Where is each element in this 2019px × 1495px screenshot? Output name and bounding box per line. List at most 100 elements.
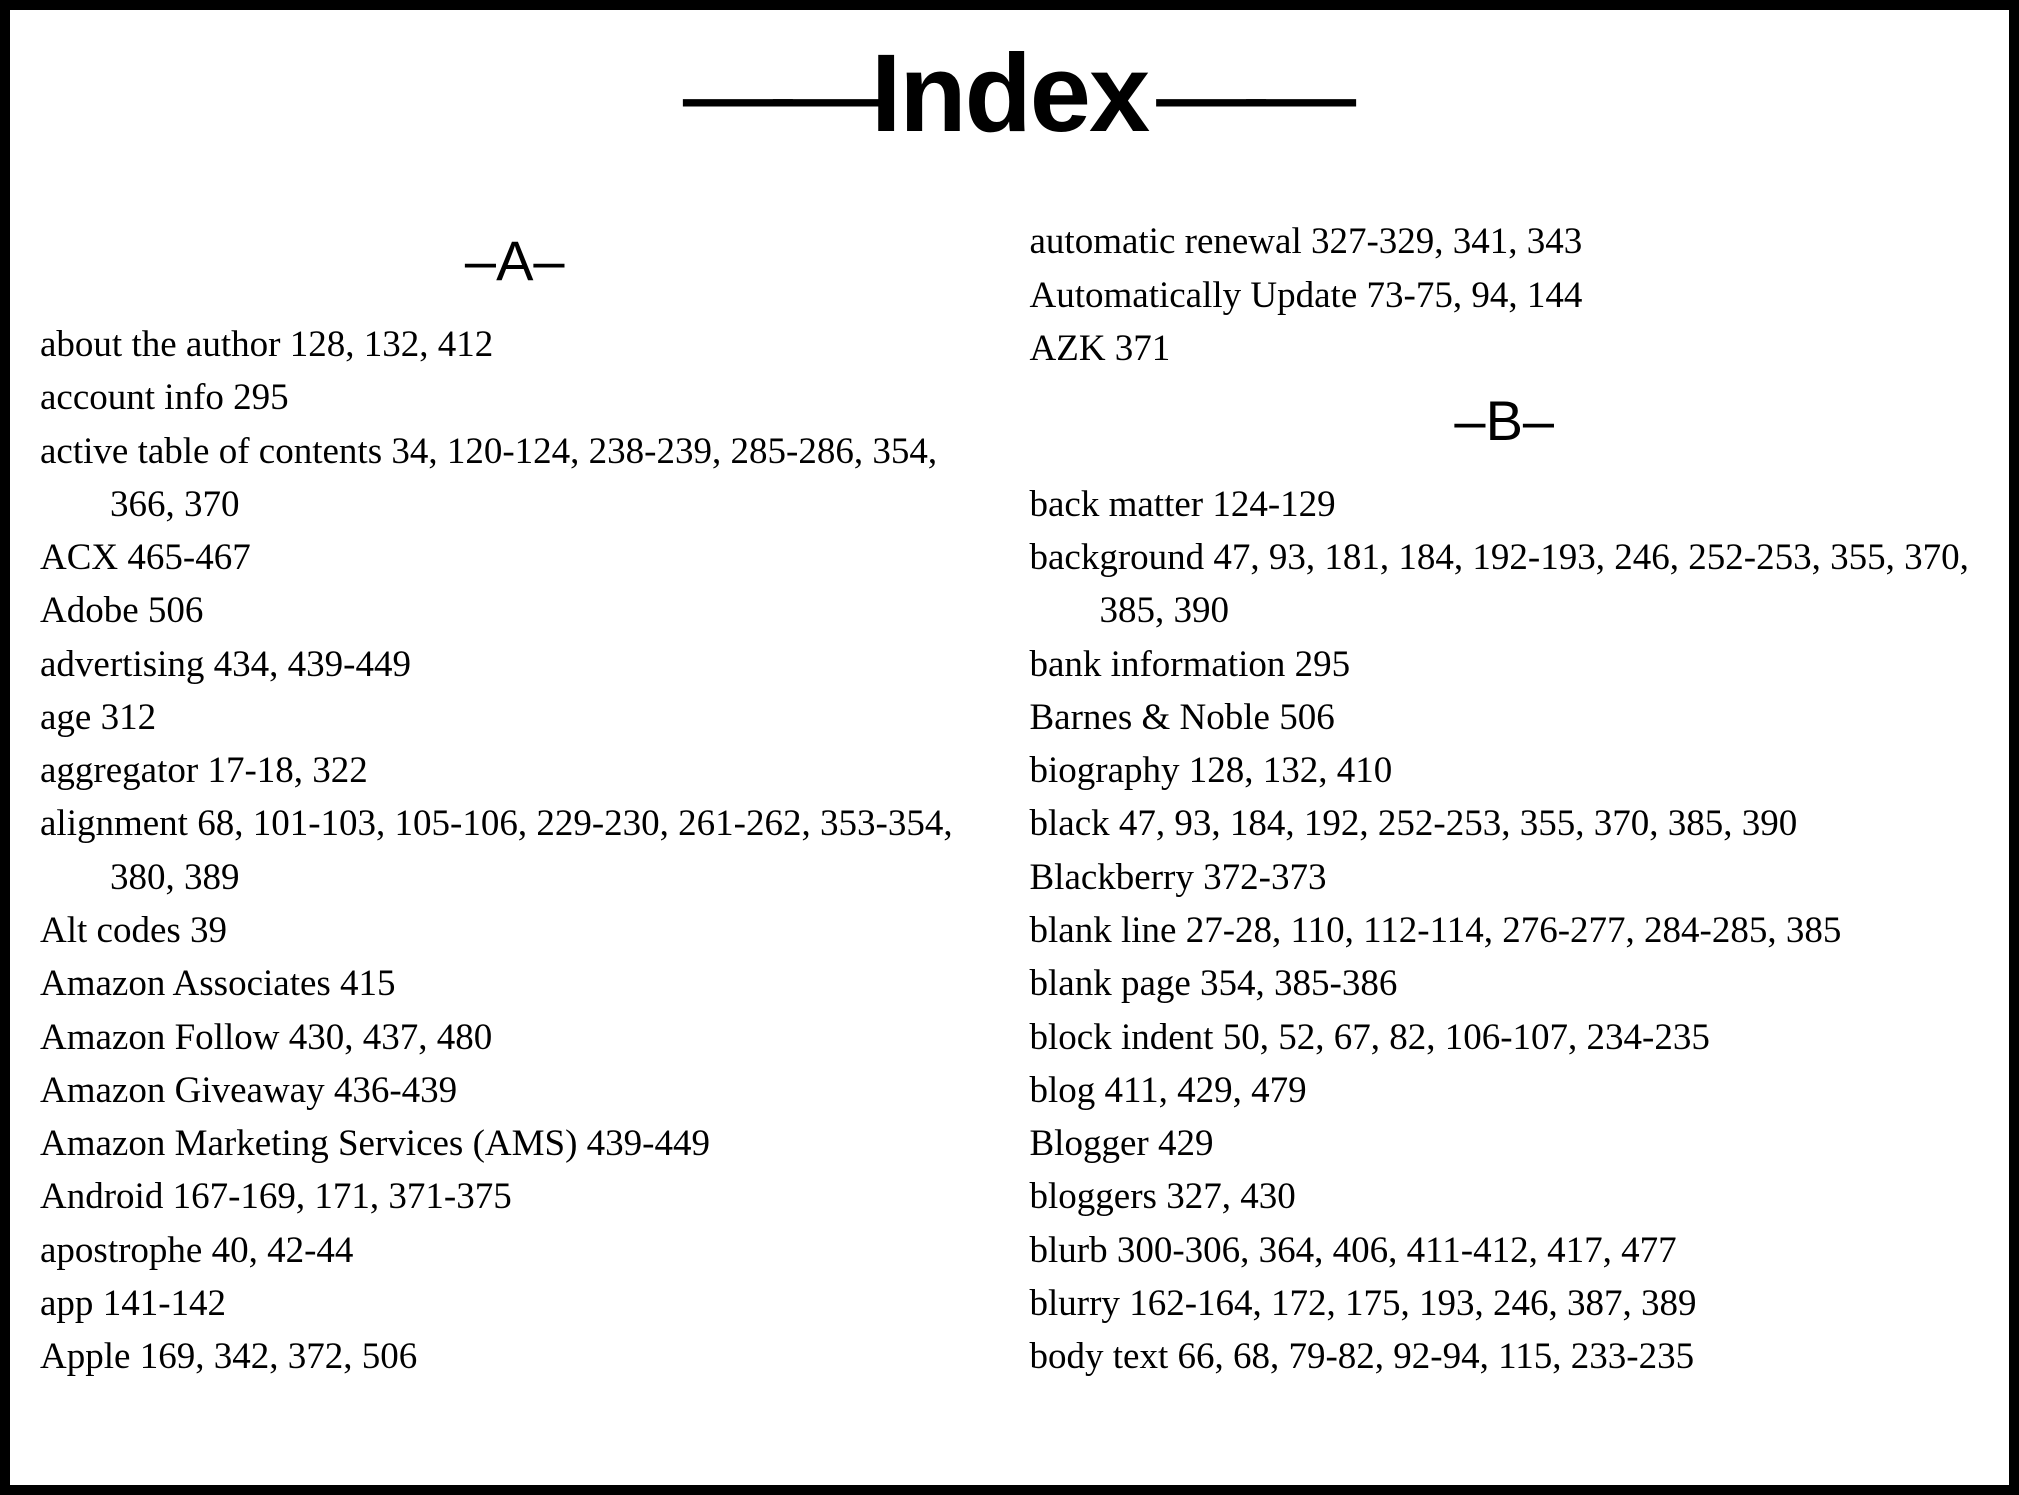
index-term: Blackberry [1030, 857, 1194, 898]
index-entry: about the author 128, 132, 412 [40, 318, 990, 371]
index-pages: 128, 132, 410 [1189, 750, 1393, 791]
index-entry: biography 128, 132, 410 [1030, 744, 1980, 797]
index-pages: 295 [1295, 644, 1351, 685]
index-term: aggregator [40, 750, 198, 791]
index-pages: 415 [340, 963, 396, 1004]
index-term: active table of contents [40, 431, 382, 472]
index-entry: Barnes & Noble 506 [1030, 691, 1980, 744]
index-term: Automatically Update [1030, 275, 1358, 316]
index-term: blank page [1030, 963, 1191, 1004]
index-entry: apostrophe 40, 42-44 [40, 1224, 990, 1277]
index-pages: 124-129 [1212, 484, 1335, 525]
index-entry: blank page 354, 385-386 [1030, 957, 1980, 1010]
index-pages: 430, 437, 480 [289, 1017, 493, 1058]
index-column-right: automatic renewal 327-329, 341, 343Autom… [1030, 215, 1980, 1383]
index-pages: 141-142 [103, 1283, 226, 1324]
index-entry: bloggers 327, 430 [1030, 1170, 1980, 1223]
index-term: Amazon Associates [40, 963, 331, 1004]
index-term: advertising [40, 644, 204, 685]
index-pages: 68, 101-103, 105-106, 229-230, 261-262, … [110, 803, 953, 897]
index-term: Blogger [1030, 1123, 1149, 1164]
index-entry: body text 66, 68, 79-82, 92-94, 115, 233… [1030, 1330, 1980, 1383]
index-entry: blank line 27-28, 110, 112-114, 276-277,… [1030, 904, 1980, 957]
index-term: Adobe [40, 590, 139, 631]
index-entry: blog 411, 429, 479 [1030, 1064, 1980, 1117]
index-entry: Amazon Follow 430, 437, 480 [40, 1011, 990, 1064]
index-term: biography [1030, 750, 1180, 791]
index-term: app [40, 1283, 93, 1324]
index-entry: AZK 371 [1030, 322, 1980, 375]
index-pages: 372-373 [1203, 857, 1326, 898]
index-entry: blurb 300-306, 364, 406, 411-412, 417, 4… [1030, 1224, 1980, 1277]
index-pages: 39 [190, 910, 227, 951]
index-pages: 47, 93, 184, 192, 252-253, 355, 370, 385… [1119, 803, 1797, 844]
index-entry: active table of contents 34, 120-124, 23… [40, 425, 990, 532]
index-pages: 465-467 [127, 537, 250, 578]
index-entry: Apple 169, 342, 372, 506 [40, 1330, 990, 1383]
em-dash-icon: —— [1156, 30, 1336, 157]
index-term: alignment [40, 803, 188, 844]
index-pages: 436-439 [334, 1070, 457, 1111]
index-term: black [1030, 803, 1110, 844]
index-pages: 73-75, 94, 144 [1367, 275, 1583, 316]
index-entry: black 47, 93, 184, 192, 252-253, 355, 37… [1030, 797, 1980, 850]
index-term: apostrophe [40, 1230, 202, 1271]
index-entry: aggregator 17-18, 322 [40, 744, 990, 797]
index-entry: age 312 [40, 691, 990, 744]
index-term: bloggers [1030, 1176, 1157, 1217]
index-entry: back matter 124-129 [1030, 478, 1980, 531]
index-pages: 327-329, 341, 343 [1311, 221, 1582, 262]
index-entry: advertising 434, 439-449 [40, 638, 990, 691]
index-entry: blurry 162-164, 172, 175, 193, 246, 387,… [1030, 1277, 1980, 1330]
index-term: Alt codes [40, 910, 181, 951]
title-text: Index [871, 32, 1148, 155]
index-pages: 434, 439-449 [214, 644, 411, 685]
index-term: account info [40, 377, 224, 418]
index-entry: block indent 50, 52, 67, 82, 106-107, 23… [1030, 1011, 1980, 1064]
index-pages: 506 [148, 590, 204, 631]
index-term: Android [40, 1176, 163, 1217]
index-term: body text [1030, 1336, 1169, 1377]
index-entry: background 47, 93, 181, 184, 192-193, 24… [1030, 531, 1980, 638]
index-pages: 169, 342, 372, 506 [140, 1336, 418, 1377]
index-term: AZK [1030, 328, 1106, 369]
index-page: ——Index—— –A– about the author 128, 132, … [0, 0, 2019, 1495]
index-pages: 162-164, 172, 175, 193, 246, 387, 389 [1129, 1283, 1696, 1324]
index-term: blurb [1030, 1230, 1108, 1271]
index-entry: account info 295 [40, 371, 990, 424]
index-entry: Adobe 506 [40, 584, 990, 637]
index-term: age [40, 697, 91, 738]
index-term: blurry [1030, 1283, 1120, 1324]
index-pages: 354, 385-386 [1200, 963, 1397, 1004]
em-dash-icon: —— [683, 30, 863, 157]
index-entry: Automatically Update 73-75, 94, 144 [1030, 269, 1980, 322]
index-entry: alignment 68, 101-103, 105-106, 229-230,… [40, 797, 990, 904]
index-pages: 17-18, 322 [207, 750, 367, 791]
index-entry: Amazon Marketing Services (AMS) 439-449 [40, 1117, 990, 1170]
index-entry: Amazon Giveaway 436-439 [40, 1064, 990, 1117]
index-term: back matter [1030, 484, 1204, 525]
index-term: automatic renewal [1030, 221, 1302, 262]
index-pages: 312 [101, 697, 157, 738]
index-pages: 50, 52, 67, 82, 106-107, 234-235 [1223, 1017, 1710, 1058]
index-term: Apple [40, 1336, 130, 1377]
index-entry: Blackberry 372-373 [1030, 851, 1980, 904]
page-title: ——Index—— [40, 30, 1979, 165]
index-columns: –A–about the author 128, 132, 412account… [40, 215, 1979, 1383]
index-pages: 27-28, 110, 112-114, 276-277, 284-285, 3… [1186, 910, 1842, 951]
index-term: Amazon Giveaway [40, 1070, 325, 1111]
index-pages: 167-169, 171, 371-375 [173, 1176, 512, 1217]
index-column-left: –A–about the author 128, 132, 412account… [40, 215, 990, 1383]
index-entry: automatic renewal 327-329, 341, 343 [1030, 215, 1980, 268]
index-pages: 506 [1279, 697, 1335, 738]
index-term: ACX [40, 537, 118, 578]
index-term: Barnes & Noble [1030, 697, 1270, 738]
index-pages: 429 [1158, 1123, 1214, 1164]
index-pages: 40, 42-44 [212, 1230, 354, 1271]
index-term: bank information [1030, 644, 1286, 685]
index-entry: bank information 295 [1030, 638, 1980, 691]
index-term: blank line [1030, 910, 1177, 951]
section-heading-a: –A– [40, 221, 990, 302]
index-term: blog [1030, 1070, 1096, 1111]
index-entry: ACX 465-467 [40, 531, 990, 584]
